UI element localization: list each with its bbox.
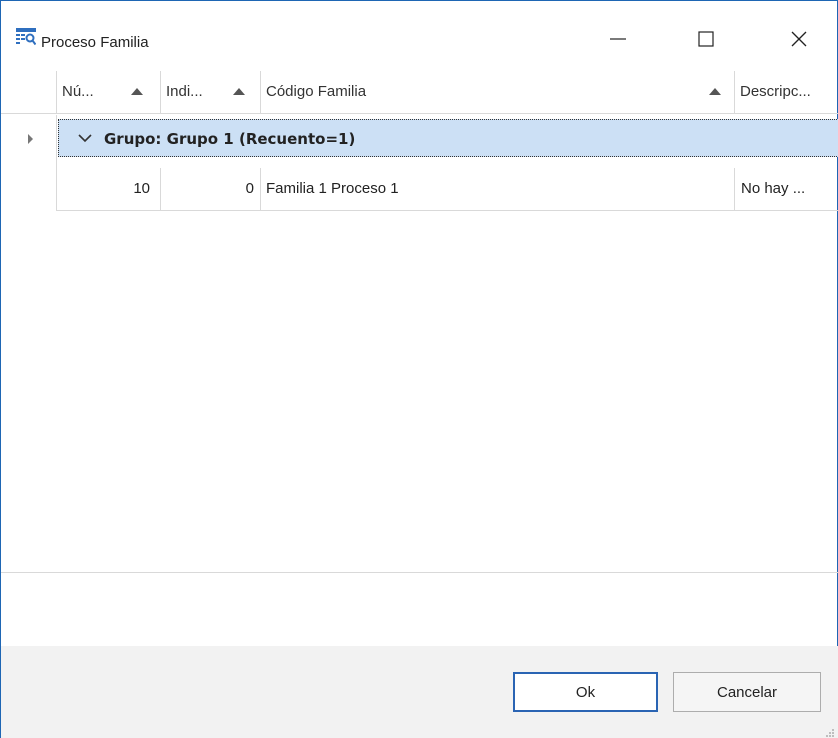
group-row[interactable]: Grupo: Grupo 1 (Recuento=1) xyxy=(58,119,838,157)
column-header-numero[interactable]: Nú... xyxy=(57,71,161,114)
row-indicator-column xyxy=(1,115,57,211)
column-header-indice[interactable]: Indi... xyxy=(161,71,261,114)
cell-value: 0 xyxy=(245,180,254,197)
cell-value: No hay ... xyxy=(741,180,806,197)
resize-grip-icon[interactable] xyxy=(825,726,835,737)
minimize-icon xyxy=(608,29,628,53)
dialog-window: Proceso Familia Nú... Indi... Código Fam… xyxy=(0,0,838,738)
table-row[interactable]: 10 0 Familia 1 Proceso 1 No hay ... xyxy=(57,168,838,211)
column-header-label: Indi... xyxy=(166,83,203,100)
cell-value: Familia 1 Proceso 1 xyxy=(266,180,399,197)
cell-value: 10 xyxy=(133,180,150,197)
close-button[interactable] xyxy=(776,23,822,59)
cell-numero[interactable]: 10 xyxy=(57,168,161,211)
maximize-button[interactable] xyxy=(683,23,729,59)
cell-descripcion[interactable]: No hay ... xyxy=(735,168,838,211)
cancel-button[interactable]: Cancelar xyxy=(673,672,821,712)
chevron-down-icon[interactable] xyxy=(77,130,93,146)
row-indicator-arrow-icon xyxy=(28,134,33,144)
grid-header: Nú... Indi... Código Familia Descripc... xyxy=(1,71,838,114)
grid-search-icon xyxy=(16,28,37,46)
sort-ascending-icon xyxy=(131,88,143,95)
column-header-codigo-familia[interactable]: Código Familia xyxy=(261,71,735,114)
sort-ascending-icon xyxy=(709,88,721,95)
minimize-button[interactable] xyxy=(595,23,641,59)
column-header-descripcion[interactable]: Descripc... xyxy=(735,71,838,114)
group-label: Grupo: Grupo 1 (Recuento=1) xyxy=(104,130,356,148)
cell-codigo-familia[interactable]: Familia 1 Proceso 1 xyxy=(261,168,735,211)
grid-bottom-divider xyxy=(1,572,838,573)
maximize-icon xyxy=(696,29,716,53)
sort-ascending-icon xyxy=(233,88,245,95)
column-header-label: Descripc... xyxy=(740,83,811,100)
ok-button[interactable]: Ok xyxy=(513,672,658,712)
close-icon xyxy=(789,29,809,53)
window-title: Proceso Familia xyxy=(41,34,149,51)
cell-indice[interactable]: 0 xyxy=(161,168,261,211)
column-header-label: Nú... xyxy=(62,83,94,100)
title-bar[interactable]: Proceso Familia xyxy=(1,1,837,65)
column-header-label: Código Familia xyxy=(266,83,367,100)
header-indicator-cell xyxy=(1,71,57,114)
